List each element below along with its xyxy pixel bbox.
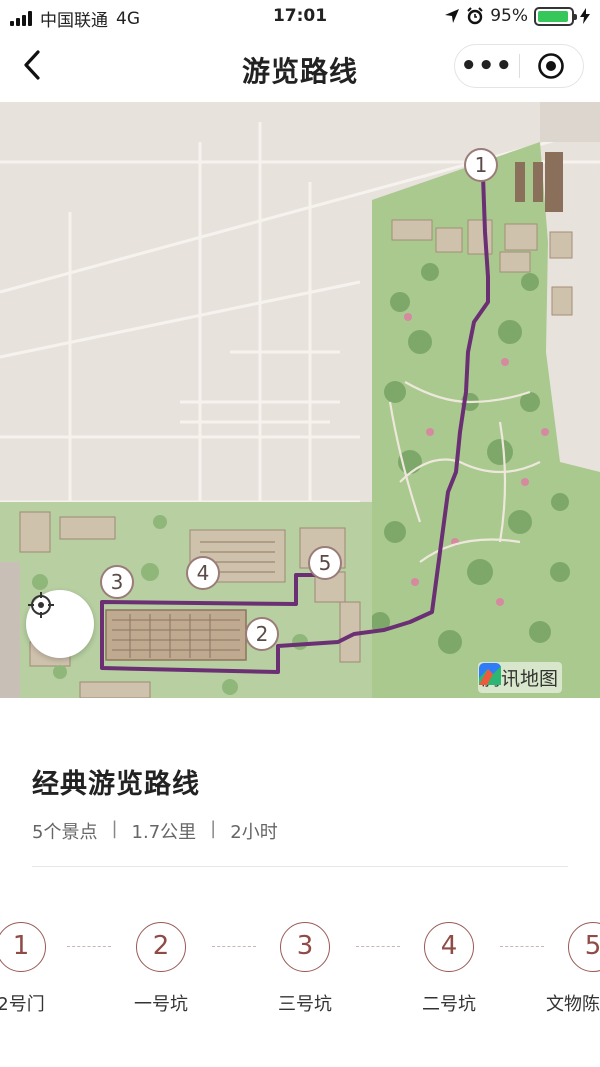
locate-button[interactable]: [26, 590, 94, 658]
stop-number: 1: [0, 922, 46, 972]
meta-separator: |: [210, 818, 217, 839]
status-bar: 中国联通 4G 17:01 95%: [0, 0, 600, 34]
divider: [32, 866, 568, 867]
stop-item[interactable]: 4 二号坑: [394, 922, 504, 1016]
miniprogram-capsule: •••: [454, 44, 584, 88]
stop-name: 文物陈: [546, 994, 600, 1015]
stop-number: 2: [136, 922, 186, 972]
stop-name: 一号坑: [134, 994, 188, 1015]
close-miniprogram-button[interactable]: [520, 52, 584, 80]
charging-bolt-icon: [580, 8, 590, 24]
route-title: 经典游览路线: [32, 769, 200, 800]
stop-item[interactable]: 5 文物陈: [536, 922, 600, 1016]
more-dots-icon: •••: [460, 51, 514, 81]
stop-item[interactable]: 2 一号坑: [106, 922, 216, 1016]
stops-list[interactable]: 1 2号门 2 一号坑 3 三号坑 4 二号坑 5 文物陈: [0, 922, 600, 1032]
route-map[interactable]: 1 2 3 4 5 腾讯地图: [0, 102, 600, 698]
more-button[interactable]: •••: [455, 51, 519, 81]
stop-number: 5: [568, 922, 600, 972]
battery-percent: 95%: [490, 6, 528, 26]
target-circle-icon: [538, 53, 565, 79]
route-distance: 1.7公里: [131, 822, 197, 843]
spot-count: 5个景点: [32, 822, 98, 843]
map-provider-logo: 腾讯地图: [478, 662, 563, 693]
battery-icon: [534, 6, 577, 26]
meta-separator: |: [111, 818, 118, 839]
tencent-map-icon: [479, 663, 501, 685]
crosshair-icon: [28, 592, 54, 618]
stop-name: 2号门: [0, 994, 45, 1015]
stop-number: 4: [424, 922, 474, 972]
stop-item[interactable]: 1 2号门: [0, 922, 76, 1016]
stop-name: 二号坑: [422, 994, 476, 1015]
stop-name: 三号坑: [278, 994, 332, 1015]
route-meta: 5个景点 | 1.7公里 | 2小时: [32, 818, 278, 844]
location-arrow-icon: [445, 9, 460, 23]
stop-item[interactable]: 3 三号坑: [250, 922, 360, 1016]
route-duration: 2小时: [230, 822, 278, 843]
alarm-icon: [467, 7, 483, 25]
nav-bar: 游览路线 •••: [0, 34, 600, 102]
stop-connector: [67, 946, 111, 947]
stop-number: 3: [280, 922, 330, 972]
